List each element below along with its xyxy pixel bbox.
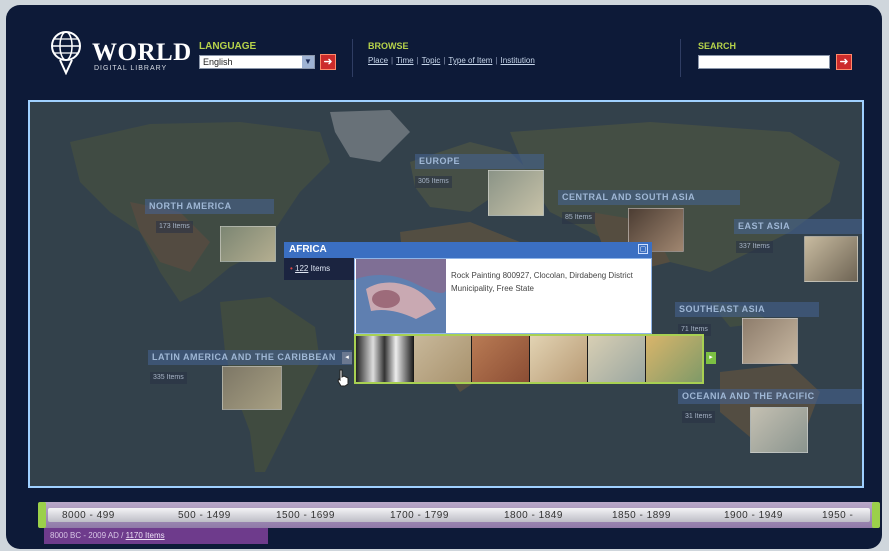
search-label: SEARCH: [698, 41, 737, 51]
region-thumbnail-southeast-asia[interactable]: [742, 318, 798, 364]
timeline-range-label[interactable]: 8000 - 499: [62, 510, 115, 521]
popup-thumbnail-strip: [354, 334, 704, 384]
link-separator: |: [495, 56, 498, 65]
strip-thumbnail[interactable]: [588, 336, 645, 382]
popup-item-count[interactable]: • 122 Items: [284, 258, 354, 280]
link-separator: |: [416, 56, 419, 65]
strip-thumbnail[interactable]: [530, 336, 587, 382]
timeline-range-text: 8000 BC - 2009 AD /: [50, 531, 124, 540]
timeline-range-label[interactable]: 500 - 1499: [178, 510, 231, 521]
hand-cursor-icon: [337, 369, 349, 387]
region-thumbnail-north-america[interactable]: [220, 226, 276, 262]
language-go-button[interactable]: ➜: [320, 54, 336, 70]
search-input[interactable]: [698, 55, 830, 69]
region-count-oceania[interactable]: 31 Items: [682, 411, 715, 423]
header-divider: [680, 39, 681, 77]
browse-label: BROWSE: [368, 41, 409, 51]
world-digital-library-logo[interactable]: WORLD DIGITAL LIBRARY: [48, 29, 191, 79]
chevron-down-icon[interactable]: ▼: [302, 56, 314, 68]
region-label-europe[interactable]: EUROPE: [415, 154, 544, 169]
chevron-right-icon[interactable]: ▸: [706, 352, 716, 364]
chevron-left-icon[interactable]: ◂: [342, 352, 352, 364]
popup-count-unit: Items: [310, 264, 331, 273]
region-popup-africa: AFRICA ▢ • 122 Items Rock Painting 80092…: [284, 242, 716, 388]
timeline-range-label[interactable]: 1850 - 1899: [612, 510, 671, 521]
arrow-right-icon: ➜: [839, 56, 849, 68]
language-label: LANGUAGE: [199, 41, 257, 52]
app-frame: WORLD DIGITAL LIBRARY LANGUAGE English ▼…: [6, 5, 882, 549]
world-map[interactable]: EUROPE 305 Items NORTH AMERICA 173 Items…: [28, 100, 864, 488]
header-divider: [352, 39, 353, 77]
language-value: English: [203, 57, 233, 67]
browse-link-type-of-item[interactable]: Type of Item: [448, 56, 492, 65]
browse-link-place[interactable]: Place: [368, 56, 388, 65]
browse-link-topic[interactable]: Topic: [422, 56, 441, 65]
region-label-central-south-asia[interactable]: CENTRAL AND SOUTH ASIA: [558, 190, 740, 205]
strip-thumbnail[interactable]: [356, 336, 413, 382]
timeline-range-label[interactable]: 1700 - 1799: [390, 510, 449, 521]
popup-title: AFRICA: [284, 242, 652, 258]
logo-title: WORLD: [92, 39, 192, 66]
region-thumbnail-europe[interactable]: [488, 170, 544, 216]
region-count-east-asia[interactable]: 337 Items: [736, 241, 773, 253]
region-label-east-asia[interactable]: EAST ASIA: [734, 219, 862, 234]
globe-icon: [51, 31, 81, 75]
browse-link-time[interactable]: Time: [396, 56, 413, 65]
region-count-central-south-asia[interactable]: 85 Items: [562, 212, 595, 224]
region-thumbnail-latin-america[interactable]: [222, 366, 282, 410]
language-select[interactable]: English ▼: [199, 55, 315, 69]
popup-count-number[interactable]: 122: [295, 264, 308, 273]
timeline-handle-left[interactable]: [38, 502, 46, 528]
region-count-north-america[interactable]: 173 Items: [156, 221, 193, 233]
timeline-selected-range: 8000 BC - 2009 AD / 1170 Items: [44, 528, 268, 544]
region-thumbnail-east-asia[interactable]: [804, 236, 858, 282]
link-separator: |: [391, 56, 394, 65]
popup-caption: Rock Painting 800927, Clocolan, Dirdaben…: [451, 271, 633, 293]
timeline-range-label[interactable]: 1950 -: [822, 510, 853, 521]
timeline-handle-right[interactable]: [872, 502, 880, 528]
arrow-right-icon: ➜: [323, 56, 333, 68]
browse-link-institution[interactable]: Institution: [501, 56, 535, 65]
search-go-button[interactable]: ➜: [836, 54, 852, 70]
region-label-north-america[interactable]: NORTH AMERICA: [145, 199, 274, 214]
timeline-slider[interactable]: 8000 - 499 500 - 1499 1500 - 1699 1700 -…: [38, 502, 880, 528]
region-thumbnail-oceania[interactable]: [750, 407, 808, 453]
logo-subtitle: DIGITAL LIBRARY: [94, 65, 168, 72]
browse-links: Place | Time | Topic | Type of Item | Institutio…: [368, 56, 535, 65]
strip-thumbnail[interactable]: [472, 336, 529, 382]
timeline-range-label[interactable]: 1500 - 1699: [276, 510, 335, 521]
timeline-range-label[interactable]: 1900 - 1949: [724, 510, 783, 521]
close-icon[interactable]: ▢: [638, 244, 648, 254]
strip-thumbnail[interactable]: [646, 336, 702, 382]
region-label-oceania[interactable]: OCEANIA AND THE PACIFIC: [678, 389, 862, 404]
featured-item-image[interactable]: [356, 259, 446, 333]
popup-featured-item[interactable]: Rock Painting 800927, Clocolan, Dirdaben…: [354, 258, 652, 334]
strip-thumbnail[interactable]: [414, 336, 471, 382]
region-count-europe[interactable]: 305 Items: [415, 176, 452, 188]
region-label-southeast-asia[interactable]: SOUTHEAST ASIA: [675, 302, 819, 317]
region-count-latin-america[interactable]: 335 Items: [150, 372, 187, 384]
timeline-items-link[interactable]: 1170 Items: [126, 531, 165, 540]
timeline-range-label[interactable]: 1800 - 1849: [504, 510, 563, 521]
